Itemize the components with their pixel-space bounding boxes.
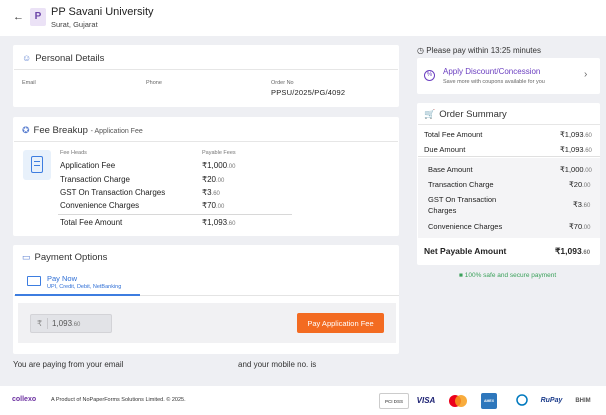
- discount-card[interactable]: [417, 58, 600, 94]
- divider: [14, 69, 398, 70]
- summary-line-label: GST On Transaction: [428, 195, 497, 204]
- summary-line-label-cont: Charges: [428, 206, 457, 215]
- net-payable-label: Net Payable Amount: [424, 246, 507, 256]
- summary-line-amount: ₹1,000.00: [560, 165, 592, 174]
- chevron-right-icon[interactable]: ›: [584, 69, 587, 80]
- summary-line-amount: ₹70.00: [569, 222, 591, 231]
- collexo-logo: collexo: [12, 396, 37, 403]
- email-info-text: You are paying from your email: [13, 360, 124, 369]
- fee-row-amount: ₹70.00: [202, 201, 225, 210]
- receipt-icon: [23, 150, 51, 180]
- fee-row-amount: ₹1,000.00: [202, 161, 236, 170]
- fee-row-amount: ₹20.00: [202, 175, 225, 184]
- pay-application-fee-button[interactable]: Pay Application Fee: [297, 313, 384, 333]
- tab-pay-now[interactable]: Pay Now UPI, Credit, Debit, NetBanking: [15, 268, 140, 296]
- fee-row-label: Transaction Charge: [60, 175, 130, 184]
- discount-subtitle: Save more with coupons available for you: [443, 79, 545, 85]
- fee-heads-header: Fee Heads: [60, 150, 87, 156]
- payment-options-title: ▭ Payment Options: [22, 252, 108, 263]
- university-name: PP Savani University: [51, 6, 154, 18]
- order-value: PPSU/2025/PG/4092: [271, 88, 346, 97]
- university-logo: P: [30, 8, 46, 26]
- fee-row-amount: ₹3.60: [202, 188, 220, 197]
- summary-line-label: Transaction Charge: [428, 180, 494, 189]
- summary-line-amount: ₹20.00: [569, 180, 591, 189]
- fee-row-label: Application Fee: [60, 161, 116, 170]
- laptop-icon: [27, 276, 41, 286]
- summary-due-amount: ₹1,093.60: [560, 145, 592, 154]
- top-header: ← P PP Savani University Surat, Gujarat: [0, 0, 606, 36]
- summary-line-amount: ₹3.60: [573, 200, 591, 209]
- university-location: Surat, Gujarat: [51, 20, 98, 29]
- pci-dss-logo: PCI DSS: [379, 393, 409, 409]
- arrow-left-icon[interactable]: ←: [13, 11, 24, 23]
- summary-total-fee-label: Total Fee Amount: [424, 130, 483, 139]
- personal-details-title: ☺ Personal Details: [22, 53, 105, 64]
- fee-breakup-title: ✪ Fee Breakup - Application Fee: [22, 125, 143, 136]
- divider: [58, 214, 292, 215]
- pay-now-title: Pay Now: [47, 274, 78, 283]
- amex-logo: AMEX: [481, 393, 497, 409]
- mobile-info-text: and your mobile no. is: [238, 360, 317, 369]
- secure-payment-note: ■ 100% safe and secure payment: [459, 272, 557, 279]
- user-icon: ☺: [22, 53, 32, 63]
- footer: collexo A Product of NoPaperForms Soluti…: [0, 386, 606, 415]
- fee-row-label: Convenience Charges: [60, 201, 140, 210]
- bhim-logo: BHIM: [575, 398, 591, 404]
- fee-breakup-subtitle: - Application Fee: [90, 128, 143, 135]
- lock-icon: ■: [459, 272, 463, 279]
- payment-timer: ◷ Please pay within 13:25 minutes: [417, 46, 541, 55]
- divider: [14, 141, 398, 142]
- discount-title[interactable]: Apply Discount/Concession: [443, 67, 540, 76]
- divider: [418, 156, 600, 157]
- phone-label: Phone: [146, 80, 162, 86]
- rupay-logo: RuPay: [540, 397, 563, 404]
- summary-due-label: Due Amount: [424, 145, 466, 154]
- amount-field: ₹ 1,093.60: [30, 314, 112, 333]
- divider: [418, 124, 600, 125]
- fee-total-label: Total Fee Amount: [60, 218, 123, 227]
- rupee-icon: ₹: [37, 319, 43, 328]
- fee-row-label: GST On Transaction Charges: [60, 188, 166, 197]
- order-label: Order No: [271, 80, 294, 86]
- summary-total-fee-amount: ₹1,093.60: [560, 130, 592, 139]
- clock-icon: ◷: [417, 46, 424, 55]
- amount-separator: [47, 318, 48, 329]
- net-payable-amount: ₹1,093.60: [555, 246, 591, 256]
- amount-value: 1,093.60: [52, 319, 81, 328]
- card-icon: ▭: [22, 252, 31, 262]
- summary-line-label: Convenience Charges: [428, 222, 503, 231]
- fee-total-amount: ₹1,093.60: [202, 218, 236, 227]
- discount-icon: %: [424, 70, 435, 81]
- cart-icon: 🛒: [424, 109, 436, 119]
- diners-club-logo: [511, 393, 533, 409]
- star-badge-icon: ✪: [22, 125, 30, 135]
- order-summary-title: 🛒 Order Summary: [424, 109, 507, 120]
- summary-line-label: Base Amount: [428, 165, 473, 174]
- pay-now-methods: UPI, Credit, Debit, NetBanking: [47, 284, 122, 290]
- mastercard-logo: [447, 393, 469, 409]
- payable-fees-header: Payable Fees: [202, 150, 236, 156]
- visa-logo: VISA: [416, 396, 436, 405]
- footer-copyright: A Product of NoPaperForms Solutions Limi…: [51, 397, 186, 403]
- email-label: Email: [22, 80, 36, 86]
